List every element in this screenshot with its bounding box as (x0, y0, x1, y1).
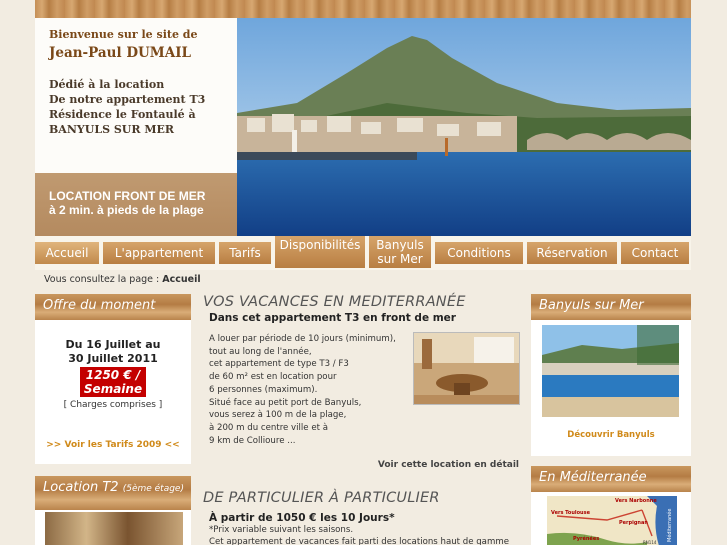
offer-price-line: 1250 € / (85, 368, 141, 382)
offer-date-line: Du 16 Juillet au (65, 338, 161, 351)
t2-subtitle: (5ème étage) (122, 484, 184, 494)
nav-accueil[interactable]: Accueil (35, 242, 101, 264)
banyuls-title: Banyuls sur Mer (531, 294, 691, 320)
desc-line: 6 personnes (maximum). (209, 384, 318, 395)
desc-line: à 200 m du centre ville et à (209, 422, 328, 433)
site-pitch: Dédié à la location De notre appartement… (49, 77, 237, 137)
desc-line: tout au long de l'année, (209, 346, 312, 357)
desc-line: vous serez à 100 m de la plage, (209, 410, 347, 421)
promo-line: LOCATION FRONT DE MER (49, 189, 206, 203)
welcome-text: Bienvenue sur le site de (49, 28, 198, 41)
nav-tarifs[interactable]: Tarifs (219, 242, 273, 264)
apartment-photo[interactable] (413, 332, 520, 405)
breadcrumb-current: Accueil (162, 274, 201, 285)
section2-price: À partir de 1050 € les 10 Jours* (209, 512, 395, 524)
map-image: Vers Narbonne Vers Toulouse Perpignan Py… (547, 496, 677, 545)
mediterranee-title: En Méditerranée (531, 466, 691, 492)
main-navigation: Accueil L'appartement Tarifs Disponibili… (35, 236, 691, 270)
map-label: Vers Narbonne (615, 498, 657, 504)
nav-disponibilites[interactable]: Disponibilités (275, 236, 367, 268)
banyuls-photo[interactable] (542, 325, 679, 417)
main-content: VOS VACANCES EN MEDITERRANÉE Dans cet ap… (203, 294, 523, 545)
nav-contact[interactable]: Contact (621, 242, 691, 264)
desc-line: de 60 m² est en location pour (209, 372, 337, 383)
map-label: Pyrénées (573, 535, 599, 542)
site-header-text: Bienvenue sur le site de Jean-Paul DUMAI… (35, 18, 237, 173)
breadcrumb: Vous consultez la page : Accueil (44, 274, 201, 285)
offer-price-line: Semaine (83, 382, 143, 396)
section1-title: VOS VACANCES EN MEDITERRANÉE (203, 294, 466, 310)
map-label: Perpignan (619, 520, 648, 526)
breadcrumb-prefix: Vous consultez la page : (44, 274, 160, 285)
pitch-line: Résidence le Fontaulé à (49, 108, 196, 121)
desc-line: 9 km de Collioure ... (209, 435, 296, 446)
banyuls-panel: Banyuls sur Mer Découvrir Banyuls (531, 294, 691, 456)
decouvrir-banyuls-link[interactable]: Découvrir Banyuls (531, 430, 691, 440)
offer-title: Offre du moment (35, 294, 191, 320)
nav-appartement[interactable]: L'appartement (103, 242, 217, 264)
offer-price: 1250 € / Semaine (79, 367, 147, 397)
pitch-line: De notre appartement T3 (49, 93, 206, 106)
pitch-line: Dédié à la location (49, 78, 165, 91)
hero-landscape-image (237, 18, 691, 236)
map-label: Méditerranée (666, 509, 673, 542)
region-map[interactable]: Vers Narbonne Vers Toulouse Perpignan Py… (547, 496, 677, 545)
hero-photo (237, 18, 691, 236)
t2-panel: Location T2 (5ème étage) (35, 476, 191, 545)
beach-image (542, 325, 679, 417)
promo-line: à 2 min. à pieds de la plage (49, 203, 204, 217)
living-room-image (414, 333, 519, 404)
t2-title: Location T2 (5ème étage) (35, 476, 191, 510)
promo-banner: LOCATION FRONT DE MER à 2 min. à pieds d… (35, 173, 237, 236)
desc-line: cet appartement de type T3 / F3 (209, 359, 349, 370)
desc-line: A louer par période de 10 jours (minimum… (209, 334, 396, 344)
map-label: Vers Toulouse (551, 510, 591, 516)
section2-title: DE PARTICULIER À PARTICULIER (203, 490, 440, 506)
top-wood-band (35, 0, 691, 18)
apartment-description: A louer par période de 10 jours (minimum… (209, 333, 399, 447)
offer-dates: Du 16 Juillet au 30 Juillet 2011 1250 € … (35, 338, 191, 397)
charges-note: [ Charges comprises ] (63, 400, 163, 410)
t2-photo[interactable] (45, 512, 183, 545)
section2-note: *Prix variable suivant les saisons. (209, 525, 354, 535)
pitch-line: BANYULS SUR MER (49, 123, 175, 136)
owner-name: Jean-Paul DUMAIL (49, 45, 192, 61)
tarifs-link[interactable]: >> Voir les Tarifs 2009 << (35, 440, 191, 450)
section1-subtitle: Dans cet appartement T3 en front de mer (209, 312, 456, 324)
desc-line: Situé face au petit port de Banyuls, (209, 397, 362, 408)
t2-title-text: Location T2 (43, 480, 119, 495)
detail-link[interactable]: Voir cette location en détail (378, 460, 519, 470)
map-label: RN114 (643, 540, 657, 545)
mediterranee-panel: En Méditerranée Vers Narbonne Vers Toulo… (531, 466, 691, 545)
nav-reservation[interactable]: Réservation (527, 242, 619, 264)
nav-banyuls[interactable]: Banyuls sur Mer (369, 236, 433, 268)
offer-date-line: 30 Juillet 2011 (68, 352, 158, 365)
section2-text: Cet appartement de vacances fait parti d… (209, 537, 509, 545)
nav-conditions[interactable]: Conditions (435, 242, 525, 264)
offer-panel: Offre du moment Du 16 Juillet au 30 Juil… (35, 294, 191, 464)
